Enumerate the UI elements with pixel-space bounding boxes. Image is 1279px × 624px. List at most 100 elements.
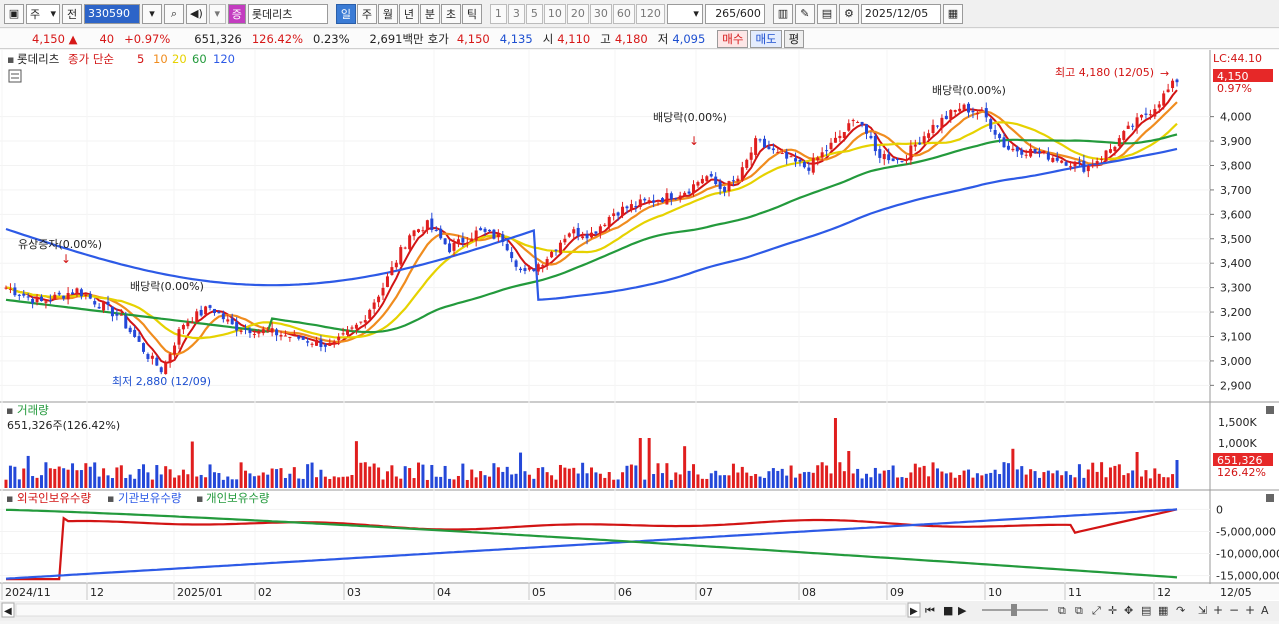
volume-bar	[483, 475, 487, 488]
candle-body	[789, 156, 793, 158]
minute-select[interactable]: ▾	[666, 3, 703, 24]
right-arrow-icon: →	[1160, 67, 1169, 80]
candle-body	[896, 158, 900, 160]
minute-option-20[interactable]: 20	[566, 3, 589, 24]
chart-area[interactable]: ▪ 롯데리츠 종가 단순 5 10 20 60 120 유상증자(0.00%) …	[0, 50, 1279, 621]
redo-icon[interactable]: ↷	[1176, 604, 1185, 617]
calendar-icon[interactable]: ▦	[942, 3, 963, 24]
zoom-out-icon[interactable]: −	[1229, 603, 1239, 617]
layout-icon[interactable]: ⧉	[1058, 604, 1066, 617]
market-select[interactable]: 주 ▾	[26, 3, 60, 24]
pan-icon[interactable]: ✥	[1124, 604, 1133, 617]
candle-body	[607, 217, 611, 227]
candle-body	[119, 314, 123, 316]
candle-body	[536, 264, 540, 272]
window-icon[interactable]: ▣	[4, 3, 24, 24]
zoom-slider-thumb[interactable]	[1011, 604, 1017, 616]
close-panel-icon[interactable]	[1266, 406, 1274, 414]
crosshair-icon[interactable]: ✛	[1108, 604, 1117, 617]
volume-bar	[563, 467, 567, 488]
count-field[interactable]: 265/600	[704, 3, 765, 24]
minute-option-10[interactable]: 10	[543, 3, 566, 24]
gear-icon[interactable]: ⚙	[838, 3, 859, 24]
panel-menu-icon[interactable]: ▪	[6, 404, 13, 417]
rewind-icon[interactable]: ⏮	[925, 604, 935, 617]
buy-button[interactable]: 매수	[717, 29, 749, 48]
legend-stock-name: 롯데리츠	[17, 52, 59, 66]
chevron-down-icon[interactable]: ▾	[208, 3, 226, 24]
date-input[interactable]: 2025/12/05	[860, 3, 941, 24]
panel-menu-icon[interactable]: ▪	[6, 492, 13, 505]
lc-label: LC:44.10	[1213, 52, 1262, 65]
candle-body	[199, 309, 203, 316]
minute-option-3[interactable]: 3	[507, 3, 525, 24]
volume-bar	[314, 477, 318, 488]
draw-tool-icon[interactable]: ✎	[794, 3, 815, 24]
prev-button[interactable]: 전	[62, 3, 82, 24]
stop-icon[interactable]: ■	[943, 604, 953, 617]
volume-info: 651,326주(126.42%)	[7, 419, 120, 432]
volume-bar	[448, 478, 452, 488]
candle-body	[652, 200, 656, 203]
period-tab-0[interactable]: 일	[335, 3, 356, 24]
minute-option-1[interactable]: 1	[489, 3, 507, 24]
volume-bar	[368, 466, 372, 488]
candle-body	[550, 251, 554, 258]
save-icon[interactable]: ▤	[816, 3, 837, 24]
eval-button[interactable]: 평	[783, 29, 805, 48]
candle-body	[519, 268, 523, 271]
candle-body	[53, 294, 57, 300]
print-icon[interactable]: ▤	[1141, 604, 1151, 617]
volume-bar	[767, 471, 771, 488]
candle-body	[248, 329, 252, 334]
minute-option-60[interactable]: 60	[612, 3, 635, 24]
open-label: 시	[542, 31, 554, 46]
volume-bar	[1166, 477, 1170, 488]
period-tab-3[interactable]: 년	[398, 3, 419, 24]
candle-body	[346, 330, 350, 335]
stock-code-input[interactable]: 330590	[84, 3, 140, 24]
view-icon[interactable]: ▦	[1158, 604, 1168, 617]
font-size-icon[interactable]: A	[1261, 604, 1269, 617]
volume-bar	[878, 473, 882, 488]
candle-body	[1037, 151, 1041, 154]
search-icon[interactable]: ⌕	[164, 3, 184, 24]
compare-icon[interactable]: ⧉	[1075, 604, 1083, 617]
period-tab-2[interactable]: 월	[377, 3, 398, 24]
candle-body	[270, 328, 274, 333]
period-tab-5[interactable]: 초	[440, 3, 461, 24]
price-tick-label: 2,900	[1220, 379, 1252, 392]
volume-bar	[1140, 476, 1144, 488]
shrink-icon[interactable]: ⇲	[1198, 604, 1207, 617]
dropdown-icon[interactable]: ▾	[142, 3, 162, 24]
candle-body	[816, 157, 820, 161]
volume-bar	[35, 477, 39, 488]
minute-option-30[interactable]: 30	[589, 3, 612, 24]
volume-bar	[66, 469, 70, 488]
grid-icon[interactable]	[8, 69, 22, 83]
candle-body	[186, 322, 190, 327]
candle-body	[155, 357, 159, 366]
add-icon[interactable]: +	[1245, 603, 1255, 617]
zoom-in-icon[interactable]: +	[1213, 603, 1223, 617]
candle-body	[244, 328, 248, 330]
candle-body	[612, 213, 616, 217]
stock-name-field[interactable]: 롯데리츠	[247, 3, 328, 24]
panel-menu-icon[interactable]: ▪	[7, 53, 14, 66]
close-panel-icon[interactable]	[1266, 494, 1274, 502]
minute-option-5[interactable]: 5	[525, 3, 543, 24]
indicator-icon[interactable]: ▥	[772, 3, 793, 24]
candle-body	[931, 124, 935, 134]
scroll-track[interactable]	[15, 603, 907, 617]
speaker-icon[interactable]: ◀)	[186, 3, 207, 24]
period-tab-1[interactable]: 주	[356, 3, 377, 24]
play-icon[interactable]: ▶	[958, 604, 967, 617]
candle-body	[514, 260, 518, 267]
candle-body	[479, 228, 483, 231]
minute-option-120[interactable]: 120	[635, 3, 665, 24]
period-tab-4[interactable]: 분	[419, 3, 440, 24]
zoom-reset-icon[interactable]: ⤢	[1092, 604, 1101, 617]
sell-button[interactable]: 매도	[750, 29, 782, 48]
period-tab-6[interactable]: 틱	[461, 3, 482, 24]
stock-chart[interactable]: ▪ 롯데리츠 종가 단순 5 10 20 60 120 유상증자(0.00%) …	[0, 50, 1279, 621]
